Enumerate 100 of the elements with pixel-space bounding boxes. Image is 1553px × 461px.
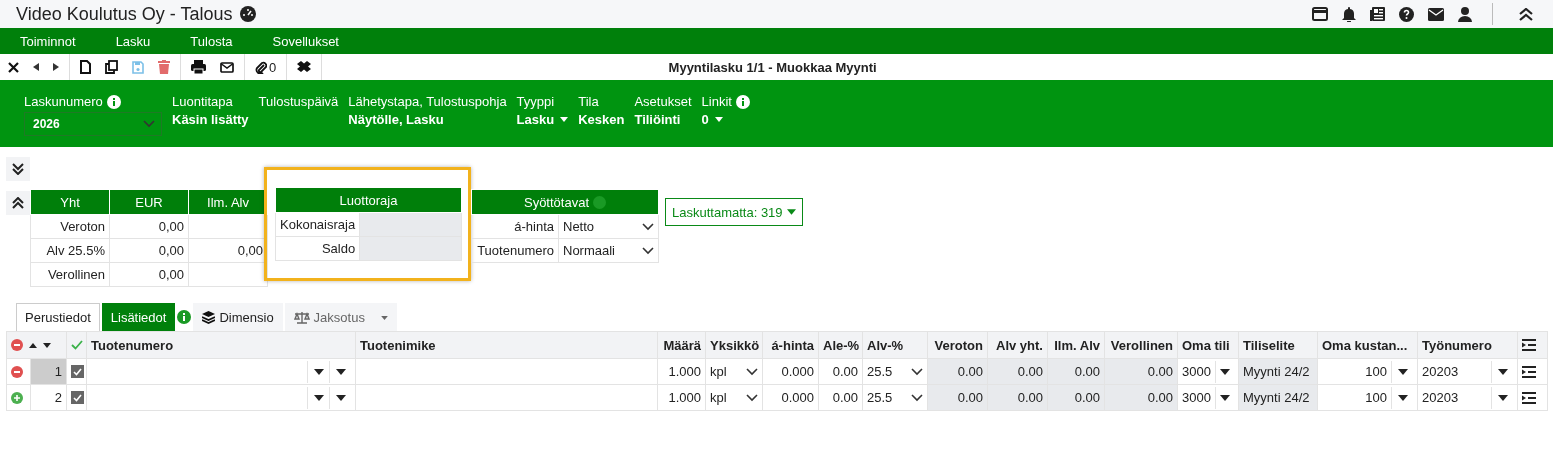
column-header: Tiliselite <box>1238 331 1318 359</box>
select-field[interactable]: 25.5 <box>862 384 928 411</box>
number-input[interactable]: 0.000 <box>762 384 819 411</box>
column-header: Oma tili <box>1177 331 1239 359</box>
tab[interactable]: Lisätiedot <box>101 303 176 331</box>
sort-up-icon[interactable] <box>29 342 37 348</box>
number-input[interactable]: 1.000 <box>657 358 706 385</box>
tab[interactable]: Jaksotus <box>284 303 397 331</box>
caret-down-icon[interactable] <box>1397 368 1408 375</box>
mail-icon[interactable] <box>1428 7 1444 21</box>
menu-item[interactable]: Lasku <box>115 33 151 49</box>
menu-item[interactable]: Sovellukset <box>272 33 339 49</box>
select-field[interactable]: 25.5 <box>862 358 928 385</box>
new-document-icon[interactable] <box>80 60 91 74</box>
column-header: Ale-% <box>818 331 863 359</box>
invoice-number-select[interactable]: 2026 <box>24 112 162 136</box>
field-dropdown[interactable]: Lasku <box>516 112 569 127</box>
tab[interactable]: Dimensio <box>193 303 283 331</box>
column-header: Tuotenumero <box>86 331 356 359</box>
double-chevron-down-icon <box>12 163 24 175</box>
mail-icon[interactable] <box>220 61 234 73</box>
select-field[interactable]: Netto <box>558 214 659 239</box>
remove-all-icon[interactable] <box>11 339 23 351</box>
help-icon[interactable] <box>1399 6 1414 22</box>
field-value: Tiliöinti <box>634 112 682 127</box>
collapse-icon[interactable] <box>1519 7 1533 21</box>
field-label: Linkit <box>701 94 732 109</box>
column-header: Yksikkö <box>705 331 763 359</box>
select-field[interactable]: Normaali <box>558 238 659 263</box>
table-cell: Kokonaisraja <box>275 212 360 237</box>
table-cell: Veroton <box>30 214 110 239</box>
double-chevron-up-icon <box>12 197 24 209</box>
checkbox[interactable] <box>71 391 84 404</box>
print-icon[interactable] <box>191 60 206 74</box>
chevron-down-icon[interactable] <box>911 367 923 376</box>
card-icon[interactable] <box>1312 7 1328 21</box>
chevron-down-icon[interactable] <box>642 222 654 231</box>
layers-icon <box>202 311 216 324</box>
column-header: EUR <box>109 189 189 215</box>
next-icon[interactable] <box>53 63 59 71</box>
previous-icon[interactable] <box>33 63 39 71</box>
caret-down-icon[interactable] <box>313 368 324 375</box>
indent-menu-icon[interactable] <box>1522 391 1536 404</box>
table-cell: 0,00 <box>109 262 189 287</box>
caret-down-icon[interactable] <box>313 394 324 401</box>
field-label: Lähetystapa, Tulostuspohja <box>348 94 507 109</box>
trash-icon[interactable] <box>158 60 170 74</box>
newspaper-icon[interactable] <box>1370 7 1385 21</box>
number-input[interactable]: 0.000 <box>762 358 819 385</box>
close-icon[interactable] <box>8 61 19 73</box>
caret-down-icon[interactable] <box>1219 394 1230 401</box>
field-label: Tila <box>578 94 599 109</box>
column-header: Oma kustan... <box>1317 331 1418 359</box>
copy-icon[interactable] <box>105 60 118 74</box>
bell-icon[interactable] <box>1342 6 1356 22</box>
column-header: Alv yht. <box>987 331 1048 359</box>
chevron-down-icon[interactable] <box>642 246 654 255</box>
menu-item[interactable]: Tulosta <box>190 33 233 49</box>
chevron-down-icon[interactable] <box>746 367 758 376</box>
number-input[interactable]: 1.000 <box>657 384 706 411</box>
indent-menu-icon[interactable] <box>1522 365 1536 378</box>
caret-down-icon[interactable] <box>335 394 346 401</box>
column-header: Tuotenimike <box>355 331 658 359</box>
caret-down-icon[interactable] <box>1219 368 1230 375</box>
text-input[interactable] <box>355 384 658 411</box>
add-row-icon[interactable] <box>11 391 23 404</box>
user-icon[interactable] <box>1458 6 1472 22</box>
column-header: á-hinta <box>762 331 819 359</box>
field-label: Tyyppi <box>516 94 555 109</box>
table-cell: Tuotenumero <box>471 238 559 263</box>
expand-button[interactable] <box>6 157 30 181</box>
number-input[interactable]: 0.00 <box>818 358 863 385</box>
number-input[interactable]: 0.00 <box>818 384 863 411</box>
collapse-button[interactable] <box>6 191 30 215</box>
select-field[interactable]: kpl <box>705 358 763 385</box>
field-label: Luontitapa <box>172 94 233 109</box>
menu-item[interactable]: Toiminnot <box>20 33 76 49</box>
column-header: Yht <box>30 189 110 215</box>
attachments-button[interactable]: 0 <box>255 59 277 75</box>
column-header: Veroton <box>927 331 988 359</box>
sort-down-icon[interactable] <box>43 342 51 348</box>
dashboard-icon[interactable] <box>240 6 257 22</box>
select-field[interactable]: kpl <box>705 384 763 411</box>
indent-menu-icon[interactable] <box>1522 339 1536 351</box>
caret-down-icon[interactable] <box>335 368 346 375</box>
table-cell: 0.00 <box>1104 384 1178 411</box>
checkmark-icon[interactable] <box>71 340 83 350</box>
field-dropdown[interactable]: 0 <box>701 112 750 127</box>
caret-down-icon[interactable] <box>1497 368 1508 375</box>
checkbox[interactable] <box>71 365 84 378</box>
tab[interactable]: Perustiedot <box>16 303 100 331</box>
chevron-down-icon[interactable] <box>911 393 923 402</box>
text-input[interactable] <box>355 358 658 385</box>
caret-down-icon[interactable] <box>1497 394 1508 401</box>
table-cell: Alv 25.5% <box>30 238 110 263</box>
chevron-down-icon[interactable] <box>746 393 758 402</box>
caret-down-icon[interactable] <box>1397 394 1408 401</box>
table-cell: á-hinta <box>471 214 559 239</box>
unbilled-button[interactable]: Laskuttamatta: 319 <box>665 198 803 226</box>
remove-row-icon[interactable] <box>11 365 23 378</box>
